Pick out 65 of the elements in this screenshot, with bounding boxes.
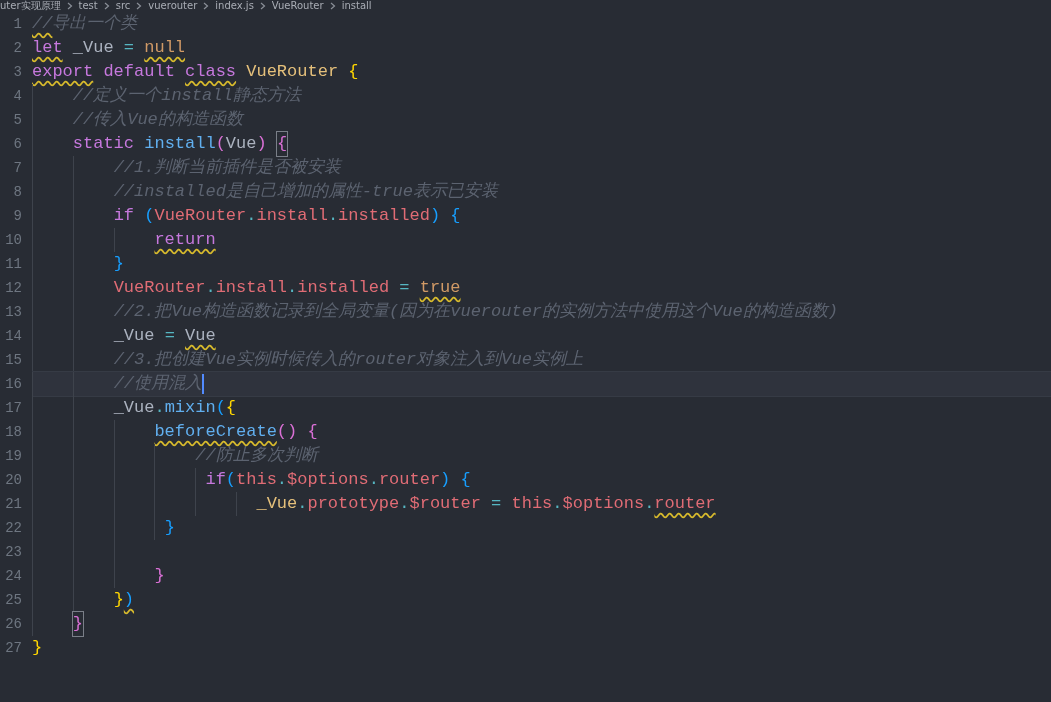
code-line: } [32, 563, 1051, 589]
line-number: 7 [12, 160, 23, 176]
code-line: } [32, 515, 1051, 541]
code-line: //3.把创建Vue实例时候传入的router对象注入到Vue实例上 [32, 347, 1051, 373]
chevron-icon [136, 2, 143, 10]
chevron-icon [329, 2, 336, 10]
line-number: 24 [4, 568, 23, 584]
line-number: 13 [4, 304, 23, 320]
code-line: _Vue.mixin({ [32, 395, 1051, 421]
breadcrumb-item[interactable]: src [115, 0, 131, 12]
code-line: }) [32, 587, 1051, 613]
code-line: _Vue.prototype.$router = this.$options.router [32, 491, 1051, 517]
line-number: 20 [4, 472, 23, 488]
line-number: 22 [4, 520, 23, 536]
breadcrumb-item[interactable]: index.js [215, 0, 254, 12]
chevron-icon [203, 2, 210, 10]
code-line: //1.判断当前插件是否被安装 [32, 155, 1051, 181]
line-number: 21 [4, 496, 23, 512]
line-number: 19 [4, 448, 23, 464]
line-number: 26 [4, 616, 23, 632]
breadcrumb-item[interactable]: uter实现原理 [0, 0, 61, 12]
line-number: 1 [12, 16, 23, 32]
breadcrumb-item[interactable]: test [78, 0, 98, 12]
code-line: } [32, 611, 1051, 637]
code-line: } [32, 637, 44, 659]
code-line: beforeCreate() { [32, 419, 1051, 445]
code-line: return [32, 227, 1051, 253]
line-number: 16 [4, 376, 23, 392]
line-number: 18 [4, 424, 23, 440]
line-number: 5 [12, 112, 23, 128]
line-number: 14 [4, 328, 23, 344]
code-line: //installed是自己增加的属性-true表示已安装 [32, 179, 1051, 205]
line-number: 10 [4, 232, 23, 248]
code-line: } [32, 251, 1051, 277]
code-line: if(this.$options.router) { [32, 467, 1051, 493]
code-line: //定义一个install静态方法 [32, 83, 1051, 109]
breadcrumb-item[interactable]: vuerouter [148, 0, 198, 12]
line-number: 3 [12, 64, 23, 80]
line-number: 15 [4, 352, 23, 368]
code-line: //2.把Vue构造函数记录到全局变量(因为在vuerouter的实例方法中使用这个Vue的构造函数) [32, 299, 1051, 325]
code-line: static install(Vue) { [32, 131, 1051, 157]
code-line: VueRouter.install.installed = true [32, 275, 1051, 301]
code-line: _Vue = Vue [32, 323, 1051, 349]
line-number: 25 [4, 592, 23, 608]
line-number: 27 [4, 640, 23, 656]
line-number: 6 [12, 136, 23, 152]
breadcrumb-item[interactable]: install [341, 0, 372, 12]
line-number: 17 [4, 400, 23, 416]
line-number: 11 [4, 256, 23, 272]
line-number: 9 [12, 208, 23, 224]
code-line: let _Vue = null [32, 37, 187, 59]
line-number: 8 [12, 184, 23, 200]
chevron-icon [259, 2, 266, 10]
line-number: 2 [12, 40, 23, 56]
code-line: //传入Vue的构造函数 [32, 107, 1051, 133]
line-number: 4 [12, 88, 23, 104]
breadcrumb-item[interactable]: VueRouter [271, 0, 324, 12]
line-number: 12 [4, 280, 23, 296]
code-line: if (VueRouter.install.installed) { [32, 203, 1051, 229]
chevron-icon [103, 2, 110, 10]
chevron-icon [66, 2, 73, 10]
line-number: 23 [4, 544, 23, 560]
code-line: //导出一个类 [32, 13, 140, 35]
code-line: export default class VueRouter { [32, 61, 360, 83]
code-line: //防止多次判断 [32, 443, 1051, 469]
